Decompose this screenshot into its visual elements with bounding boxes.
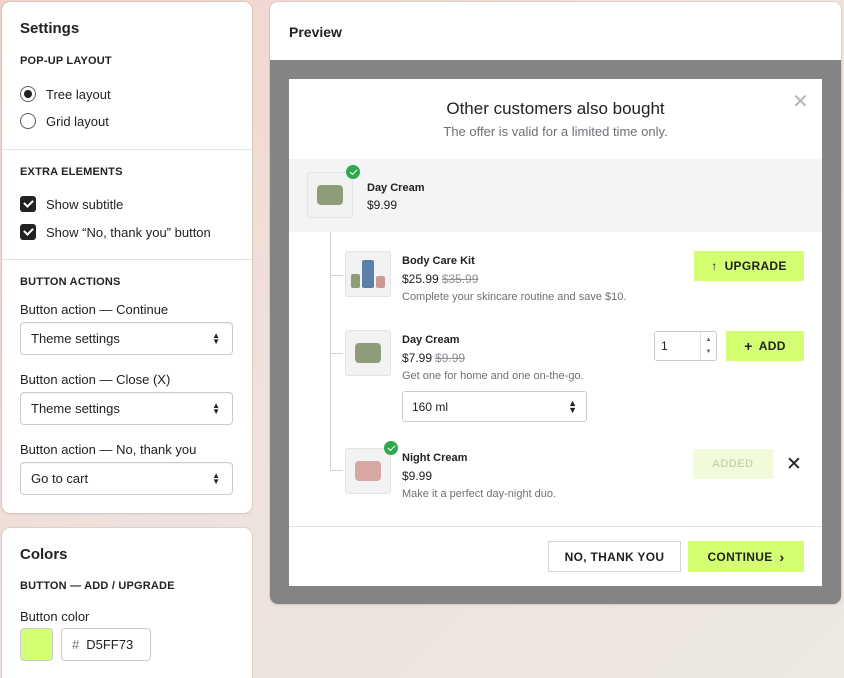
- close-action-label: Button action — Close (X): [20, 372, 171, 387]
- day-cream-jar-icon: [317, 185, 343, 205]
- body-care-kit-icon: [351, 260, 385, 288]
- tree-connector: [330, 275, 343, 276]
- radio-grid-layout[interactable]: Grid layout: [20, 110, 109, 132]
- modal-title: Other customers also bought: [446, 99, 665, 118]
- main-product-row: Day Cream $9.99: [289, 159, 822, 232]
- checkbox-show-no-thanks[interactable]: Show “No, thank you” button: [20, 221, 211, 243]
- product-price: $9.99: [367, 198, 398, 212]
- select-arrows-icon: ▲ ▼: [212, 470, 220, 486]
- offer-compare-price: $9.99: [435, 351, 466, 365]
- button-label: UPGRADE: [724, 259, 787, 273]
- offer-description: Make it a perfect day-night duo.: [402, 488, 557, 500]
- plus-icon: +: [744, 338, 753, 354]
- variant-select[interactable]: 160 ml ▲ ▼: [402, 391, 587, 422]
- select-arrows-icon: ▲ ▼: [568, 397, 577, 415]
- button-color-heading: BUTTON — ADD / UPGRADE: [20, 580, 175, 592]
- offer-name: Body Care Kit: [402, 255, 475, 267]
- close-icon[interactable]: ✕: [792, 89, 809, 114]
- added-button: ADDED: [693, 449, 773, 479]
- product-thumbnail: [345, 330, 391, 376]
- product-thumbnail: [345, 448, 391, 494]
- button-color-label: Button color: [20, 609, 90, 624]
- checkbox-show-subtitle[interactable]: Show subtitle: [20, 193, 123, 215]
- day-cream-jar-icon: [355, 343, 381, 363]
- night-cream-jar-icon: [355, 461, 381, 481]
- checkbox-checked-icon: [20, 196, 36, 212]
- radio-label: Grid layout: [46, 113, 109, 129]
- button-actions-heading: BUTTON ACTIONS: [20, 276, 121, 288]
- continue-button[interactable]: CONTINUE ›: [688, 541, 804, 572]
- check-circle-icon: [384, 441, 398, 455]
- quantity-value: 1: [661, 339, 668, 353]
- continue-action-select[interactable]: Theme settings ▲ ▼: [20, 322, 233, 355]
- offer-description: Complete your skincare routine and save …: [402, 291, 627, 303]
- modal-subtitle: The offer is valid for a limited time on…: [443, 124, 668, 139]
- add-button[interactable]: + ADD: [726, 331, 804, 361]
- hex-value: D5FF73: [86, 637, 134, 652]
- divider: [2, 259, 252, 260]
- offer-price: $25.99: [402, 272, 439, 286]
- select-arrows-icon: ▲ ▼: [212, 400, 220, 416]
- hex-color-input[interactable]: # D5FF73: [61, 628, 151, 661]
- radio-tree-layout[interactable]: Tree layout: [20, 83, 111, 105]
- popup-layout-heading: POP-UP LAYOUT: [20, 55, 112, 67]
- offer-price: $7.99: [402, 351, 433, 365]
- no-thank-you-button[interactable]: NO, THANK YOU: [548, 541, 681, 572]
- close-action-select[interactable]: Theme settings ▲ ▼: [20, 392, 233, 425]
- checkbox-label: Show “No, thank you” button: [46, 224, 211, 240]
- offer-name: Day Cream: [402, 334, 460, 346]
- product-thumbnail: [307, 172, 353, 218]
- no-thanks-action-label: Button action — No, thank you: [20, 442, 197, 457]
- arrow-up-icon: ↑: [711, 259, 718, 273]
- upgrade-button[interactable]: ↑ UPGRADE: [694, 251, 804, 281]
- preview-header: Preview: [270, 2, 841, 60]
- preview-stage: Other customers also bought The offer is…: [270, 60, 841, 604]
- offer-compare-price: $35.99: [441, 272, 479, 286]
- hash-prefix: #: [72, 637, 80, 652]
- continue-action-label: Button action — Continue: [20, 302, 169, 317]
- tree-connector: [330, 353, 343, 354]
- colors-title: Colors: [20, 546, 68, 563]
- no-thanks-action-select[interactable]: Go to cart ▲ ▼: [20, 462, 233, 495]
- select-value: Theme settings: [31, 401, 120, 416]
- settings-title: Settings: [20, 20, 80, 37]
- preview-panel: Preview Other customers also bought The …: [270, 2, 841, 604]
- radio-unselected-icon: [20, 113, 36, 129]
- product-name: Day Cream: [367, 182, 425, 194]
- select-arrows-icon: ▲ ▼: [212, 330, 220, 346]
- divider: [289, 526, 822, 527]
- offer-name: Night Cream: [402, 452, 468, 464]
- remove-icon[interactable]: ✕: [786, 453, 802, 476]
- divider: [2, 149, 252, 150]
- variant-value: 160 ml: [412, 399, 449, 414]
- upsell-modal: Other customers also bought The offer is…: [289, 79, 822, 586]
- check-circle-icon: [346, 165, 360, 179]
- quantity-stepper[interactable]: 1 ▲ ▼: [654, 331, 717, 361]
- tree-connector: [330, 232, 331, 470]
- settings-panel: Settings POP-UP LAYOUT Tree layout Grid …: [2, 2, 252, 513]
- preview-title: Preview: [289, 24, 342, 40]
- button-label: CONTINUE: [707, 549, 773, 564]
- colors-panel: Colors BUTTON — ADD / UPGRADE Button col…: [2, 528, 252, 678]
- checkbox-label: Show subtitle: [46, 196, 124, 212]
- product-thumbnail: [345, 251, 391, 297]
- radio-label: Tree layout: [46, 86, 111, 102]
- stepper-arrows-icon[interactable]: ▲ ▼: [700, 332, 716, 360]
- offer-price-row: $25.99 $35.99: [402, 272, 478, 286]
- chevron-right-icon: ›: [779, 548, 785, 565]
- extra-elements-heading: EXTRA ELEMENTS: [20, 166, 123, 178]
- offer-price-row: $7.99 $9.99: [402, 351, 465, 365]
- button-label: ADD: [758, 339, 786, 353]
- offer-price: $9.99: [402, 469, 433, 483]
- select-value: Theme settings: [31, 331, 120, 346]
- tree-connector: [330, 470, 343, 471]
- color-swatch[interactable]: [20, 628, 53, 661]
- checkbox-checked-icon: [20, 224, 36, 240]
- select-value: Go to cart: [31, 471, 89, 486]
- radio-selected-icon: [20, 86, 36, 102]
- offer-description: Get one for home and one on-the-go.: [402, 370, 584, 382]
